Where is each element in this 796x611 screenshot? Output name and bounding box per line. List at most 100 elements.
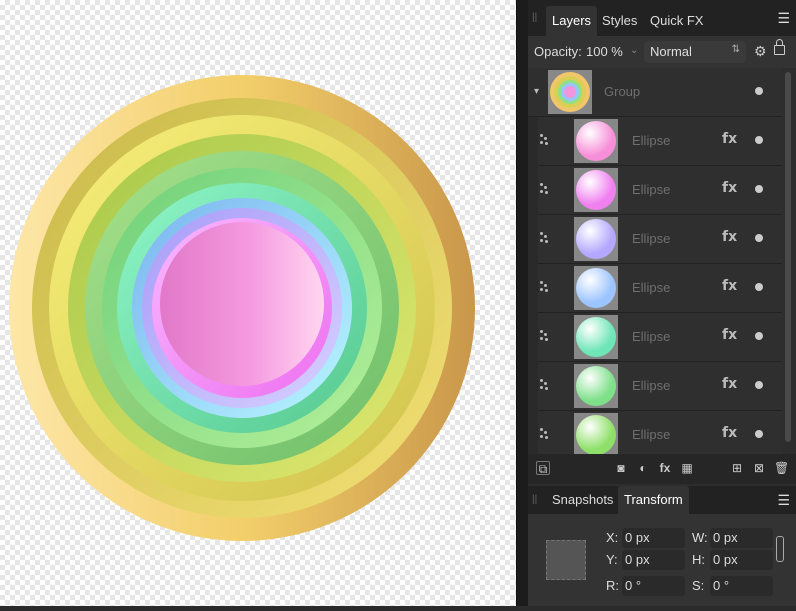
tab-layers[interactable]: Layers [546,6,598,36]
ellipse-thumbnail [576,121,616,161]
layer-thumbnail [574,266,618,310]
fx-icon[interactable]: fx [658,461,672,475]
w-label: W: [692,530,708,545]
tab-styles[interactable]: Styles [596,6,643,36]
live-filter-icon[interactable]: ▦ [680,461,694,475]
opacity-label: Opacity: [534,44,582,59]
visibility-dot-icon[interactable] [755,87,763,95]
fx-icon[interactable]: fx [722,180,737,196]
fx-icon[interactable]: fx [722,376,737,392]
link-icon[interactable] [776,536,784,562]
layer-type-icon [540,428,550,440]
layer-type-icon [540,281,550,293]
layers-panel-tabbar: || Layers Styles Quick FX ☰ [528,0,796,36]
x-field[interactable]: 0 px [622,528,685,548]
layer-name[interactable]: Group [604,84,640,99]
layer-name[interactable]: Ellipse [632,378,670,393]
h-label: H: [692,552,705,567]
layer-row-group[interactable]: ▾ Group [528,68,782,117]
layer-thumbnail [574,119,618,163]
visibility-dot-icon[interactable] [755,430,763,438]
chevron-down-icon[interactable]: ▾ [534,86,539,97]
fx-icon[interactable]: fx [722,229,737,245]
right-studio-panel: || Layers Styles Quick FX ☰ Opacity: 100… [528,0,796,606]
visibility-dot-icon[interactable] [755,381,763,389]
transform-panel-tabbar: || Snapshots Transform ☰ [528,486,796,514]
ellipse-thumbnail [576,268,616,308]
layer-type-icon [540,134,550,146]
layer-name[interactable]: Ellipse [632,133,670,148]
blend-mode-value: Normal [650,44,692,59]
lock-icon[interactable] [774,39,785,55]
layer-thumbnail [574,315,618,359]
layer-thumbnail [574,413,618,454]
visibility-dot-icon[interactable] [755,234,763,242]
shear-field[interactable]: 0 ° [710,576,773,596]
delete-pixel-icon[interactable]: ⊠ [752,461,766,475]
layer-name[interactable]: Ellipse [632,427,670,442]
visibility-dot-icon[interactable] [755,332,763,340]
w-field[interactable]: 0 px [710,528,773,548]
opacity-value[interactable]: 100 % [586,44,623,59]
transform-panel: X: 0 px Y: 0 px W: 0 px H: 0 px R: 0 ° S… [528,514,796,606]
layer-row-ellipse[interactable]: Ellipse fx [538,166,782,215]
layers-list[interactable]: ▾ Group Ellipse fx Ellipse fx Ellipse fx Ellip… [528,68,782,454]
anchor-selector[interactable] [546,540,586,580]
group-thumbnail-art [550,72,590,112]
gear-icon[interactable]: ⚙ [754,43,767,60]
layer-type-icon [540,379,550,391]
document-canvas[interactable] [0,0,516,606]
rotation-field[interactable]: 0 ° [622,576,685,596]
layer-row-ellipse[interactable]: Ellipse fx [538,362,782,411]
opacity-bar: Opacity: 100 % ⌄ Normal ⇅ ⚙ [528,36,796,68]
panel-grip-icon[interactable]: || [532,12,540,24]
layer-name[interactable]: Ellipse [632,182,670,197]
concentric-ellipses-artwork[interactable] [0,0,516,606]
layer-type-icon [540,330,550,342]
layer-row-ellipse[interactable]: Ellipse fx [538,411,782,454]
fx-icon[interactable]: fx [722,131,737,147]
layer-thumbnail [574,168,618,212]
layer-name[interactable]: Ellipse [632,329,670,344]
layer-row-ellipse[interactable]: Ellipse fx [538,313,782,362]
add-layer-icon[interactable]: ⊞ [730,461,744,475]
y-label: Y: [606,552,618,567]
layer-options-icon[interactable]: ⧉ [536,461,550,476]
tab-quick-fx[interactable]: Quick FX [644,6,709,36]
fx-icon[interactable]: fx [722,327,737,343]
layers-scrollbar[interactable] [785,72,791,442]
ellipse-thumbnail [576,366,616,406]
tab-transform[interactable]: Transform [618,486,689,514]
layer-thumbnail [548,70,592,114]
layer-type-icon [540,232,550,244]
panel-menu-icon[interactable]: ☰ [777,492,790,509]
ellipse-thumbnail [576,170,616,210]
visibility-dot-icon[interactable] [755,185,763,193]
layer-row-ellipse[interactable]: Ellipse fx [538,215,782,264]
blend-mode-select[interactable]: Normal ⇅ [644,41,746,63]
layer-thumbnail [574,364,618,408]
chevron-down-icon[interactable]: ⌄ [630,45,638,56]
adjustment-icon[interactable]: ◐ [636,461,650,475]
layer-row-ellipse[interactable]: Ellipse fx [538,264,782,313]
layer-row-ellipse[interactable]: Ellipse fx [538,117,782,166]
layer-name[interactable]: Ellipse [632,231,670,246]
fx-icon[interactable]: fx [722,278,737,294]
h-field[interactable]: 0 px [710,550,773,570]
x-label: X: [606,530,619,545]
mask-icon[interactable]: ◙ [614,461,628,475]
panel-grip-icon[interactable]: || [532,494,540,506]
layer-name[interactable]: Ellipse [632,280,670,295]
ellipse-thumbnail [576,219,616,259]
ellipse-thumbnail [576,317,616,357]
y-field[interactable]: 0 px [622,550,685,570]
fx-icon[interactable]: fx [722,425,737,441]
tab-snapshots[interactable]: Snapshots [546,486,619,514]
visibility-dot-icon[interactable] [755,283,763,291]
trash-icon[interactable]: 🗑 [774,461,789,475]
layer-thumbnail [574,217,618,261]
visibility-dot-icon[interactable] [755,136,763,144]
panel-menu-icon[interactable]: ☰ [777,10,790,27]
updown-chevron-icon: ⇅ [731,44,740,55]
layers-bottom-toolbar: ⧉ ◙ ◐ fx ▦ ⊞ ⊠ 🗑 [528,454,796,484]
